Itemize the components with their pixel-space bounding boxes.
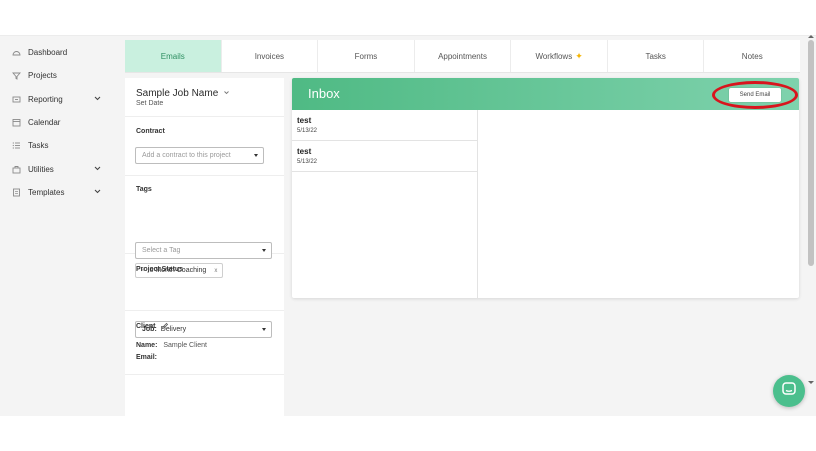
client-name-row: Name: Sample Client xyxy=(136,342,207,349)
email-date: 5/13/22 xyxy=(297,128,318,134)
client-header: Client xyxy=(136,322,169,330)
sidebar-item-templates[interactable]: Templates xyxy=(12,183,108,201)
chevron-down-icon[interactable] xyxy=(93,164,102,173)
sidebar-item-label: Projects xyxy=(28,70,57,80)
contract-label: Contract xyxy=(136,128,165,135)
pencil-icon[interactable] xyxy=(161,322,169,330)
email-subject: test xyxy=(297,116,312,125)
email-date: 5/13/22 xyxy=(297,159,318,165)
tab-label: Notes xyxy=(741,51,763,61)
job-name-dropdown[interactable]: Sample Job Name xyxy=(136,88,230,99)
scrollbar-thumb[interactable] xyxy=(808,40,814,266)
chevron-down-icon[interactable] xyxy=(93,94,102,103)
tab-tasks[interactable]: Tasks xyxy=(608,40,705,72)
scroll-up-arrow-icon[interactable] xyxy=(808,35,814,38)
dashboard-icon xyxy=(12,48,21,57)
utilities-icon xyxy=(12,165,21,174)
project-status-section: Project Status xyxy=(125,254,284,311)
tab-emails[interactable]: Emails xyxy=(125,40,222,72)
tab-invoices[interactable]: Invoices xyxy=(222,40,319,72)
chat-launcher-button[interactable] xyxy=(773,375,805,407)
reporting-icon xyxy=(12,95,21,104)
tab-label: Emails xyxy=(160,51,185,61)
client-name-key: Name: xyxy=(136,342,158,349)
contract-placeholder: Add a contract to this project xyxy=(142,152,231,159)
top-bar xyxy=(0,0,816,36)
job-header: Sample Job Name Set Date xyxy=(125,78,284,117)
sidebar-item-label: Calendar xyxy=(28,117,61,127)
tab-label: Invoices xyxy=(254,51,285,61)
calendar-icon xyxy=(12,118,21,127)
project-status-label: Project Status xyxy=(136,266,184,273)
sidebar-item-label: Utilities xyxy=(28,164,54,174)
tab-label: Appointments xyxy=(438,51,487,61)
footer xyxy=(0,416,816,451)
sidebar: Dashboard Projects Reporting Calendar Ta… xyxy=(0,36,118,416)
tab-forms[interactable]: Forms xyxy=(318,40,415,72)
inbox-title: Inbox xyxy=(308,86,340,101)
scroll-down-arrow-icon[interactable] xyxy=(808,381,814,384)
sidebar-item-reporting[interactable]: Reporting xyxy=(12,90,108,108)
tasks-icon xyxy=(12,141,21,150)
tab-notes[interactable]: Notes xyxy=(704,40,800,72)
sidebar-item-calendar[interactable]: Calendar xyxy=(12,113,108,131)
sidebar-item-label: Templates xyxy=(28,187,65,197)
client-email-row: Email: xyxy=(136,354,161,361)
app-body: Dashboard Projects Reporting Calendar Ta… xyxy=(0,35,816,416)
sidebar-item-tasks[interactable]: Tasks xyxy=(12,136,108,154)
contract-section: Contract Add a contract to this project xyxy=(125,117,284,176)
inbox-header: Inbox Send Email xyxy=(292,78,799,110)
inbox-panel: Inbox Send Email test 5/13/22 test 5/13/… xyxy=(292,78,799,298)
caret-down-icon xyxy=(254,154,258,157)
sidebar-item-utilities[interactable]: Utilities xyxy=(12,160,108,178)
set-date-link[interactable]: Set Date xyxy=(136,100,163,107)
list-item[interactable]: test 5/13/22 xyxy=(292,110,478,141)
contract-select[interactable]: Add a contract to this project xyxy=(135,147,264,164)
tags-label: Tags xyxy=(136,186,152,193)
email-subject: test xyxy=(297,147,312,156)
tab-label: Forms xyxy=(354,51,378,61)
chevron-down-icon xyxy=(223,89,230,98)
chevron-down-icon[interactable] xyxy=(93,187,102,196)
sidebar-item-dashboard[interactable]: Dashboard xyxy=(12,43,108,61)
job-name: Sample Job Name xyxy=(136,88,219,99)
list-item[interactable]: test 5/13/22 xyxy=(292,141,478,172)
sidebar-item-label: Tasks xyxy=(28,140,49,150)
projects-icon xyxy=(12,71,21,80)
chat-icon xyxy=(781,381,797,402)
sparkle-icon: ✦ xyxy=(575,50,583,61)
client-name-value: Sample Client xyxy=(163,342,207,349)
client-label: Client xyxy=(136,322,156,330)
tab-label: Tasks xyxy=(645,51,666,61)
caret-down-icon xyxy=(262,249,266,252)
sidebar-item-label: Reporting xyxy=(28,94,63,104)
sidebar-item-label: Dashboard xyxy=(28,47,68,57)
sidebar-item-projects[interactable]: Projects xyxy=(12,66,108,84)
templates-icon xyxy=(12,188,21,197)
client-email-key: Email: xyxy=(136,354,158,361)
tab-label: Workflows xyxy=(535,51,573,61)
project-details-panel: Sample Job Name Set Date Contract Add a … xyxy=(125,78,284,416)
tab-appointments[interactable]: Appointments xyxy=(415,40,512,72)
tab-workflows[interactable]: Workflows ✦ xyxy=(511,40,608,72)
project-tabs: Emails Invoices Forms Appointments Workf… xyxy=(125,40,800,73)
email-list: test 5/13/22 test 5/13/22 xyxy=(292,110,478,298)
highlight-circle xyxy=(712,81,798,109)
tag-placeholder: Select a Tag xyxy=(142,247,181,254)
